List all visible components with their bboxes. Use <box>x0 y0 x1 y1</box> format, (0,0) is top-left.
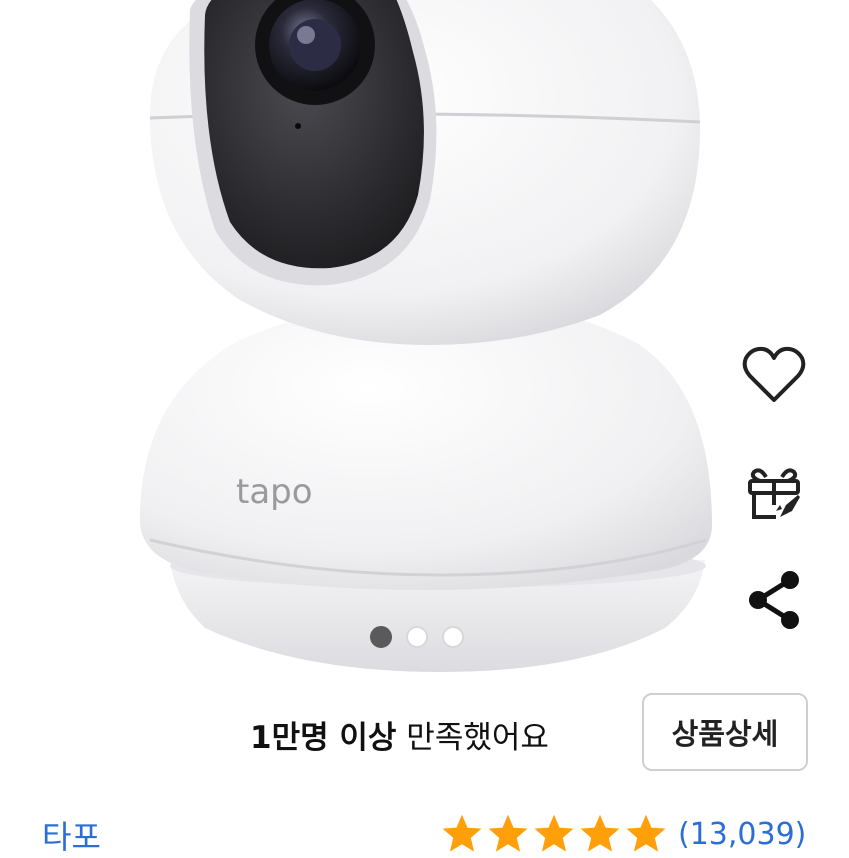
satisfaction-highlight: 1만명 이상 <box>250 720 397 756</box>
satisfaction-text: 1만명 이상 만족했어요 <box>250 712 549 757</box>
gift-button[interactable] <box>739 458 809 528</box>
pagination-dot[interactable] <box>442 626 464 648</box>
review-count[interactable]: (13,039) <box>678 817 806 852</box>
brand-link[interactable]: 타포 <box>42 812 101 858</box>
wishlist-button[interactable] <box>739 340 809 410</box>
star-icon <box>442 814 482 852</box>
share-button[interactable] <box>739 565 809 635</box>
star-icon <box>626 814 666 852</box>
star-icon <box>488 814 528 852</box>
gift-icon <box>748 468 800 519</box>
gallery-pagination <box>370 626 464 648</box>
heart-icon <box>742 346 806 402</box>
star-icon <box>580 814 620 852</box>
product-detail-button[interactable]: 상품상세 <box>642 693 808 771</box>
rating-summary[interactable]: (13,039) <box>440 812 806 856</box>
star-icon <box>534 814 574 852</box>
satisfaction-rest: 만족했어요 <box>396 720 549 756</box>
pagination-dot[interactable] <box>406 626 428 648</box>
share-icon <box>749 571 799 629</box>
product-image-gallery[interactable]: tapo <box>0 0 849 680</box>
brand-logo-text: tapo <box>236 472 313 512</box>
pagination-dot-active[interactable] <box>370 626 392 648</box>
product-image: tapo <box>140 0 712 672</box>
